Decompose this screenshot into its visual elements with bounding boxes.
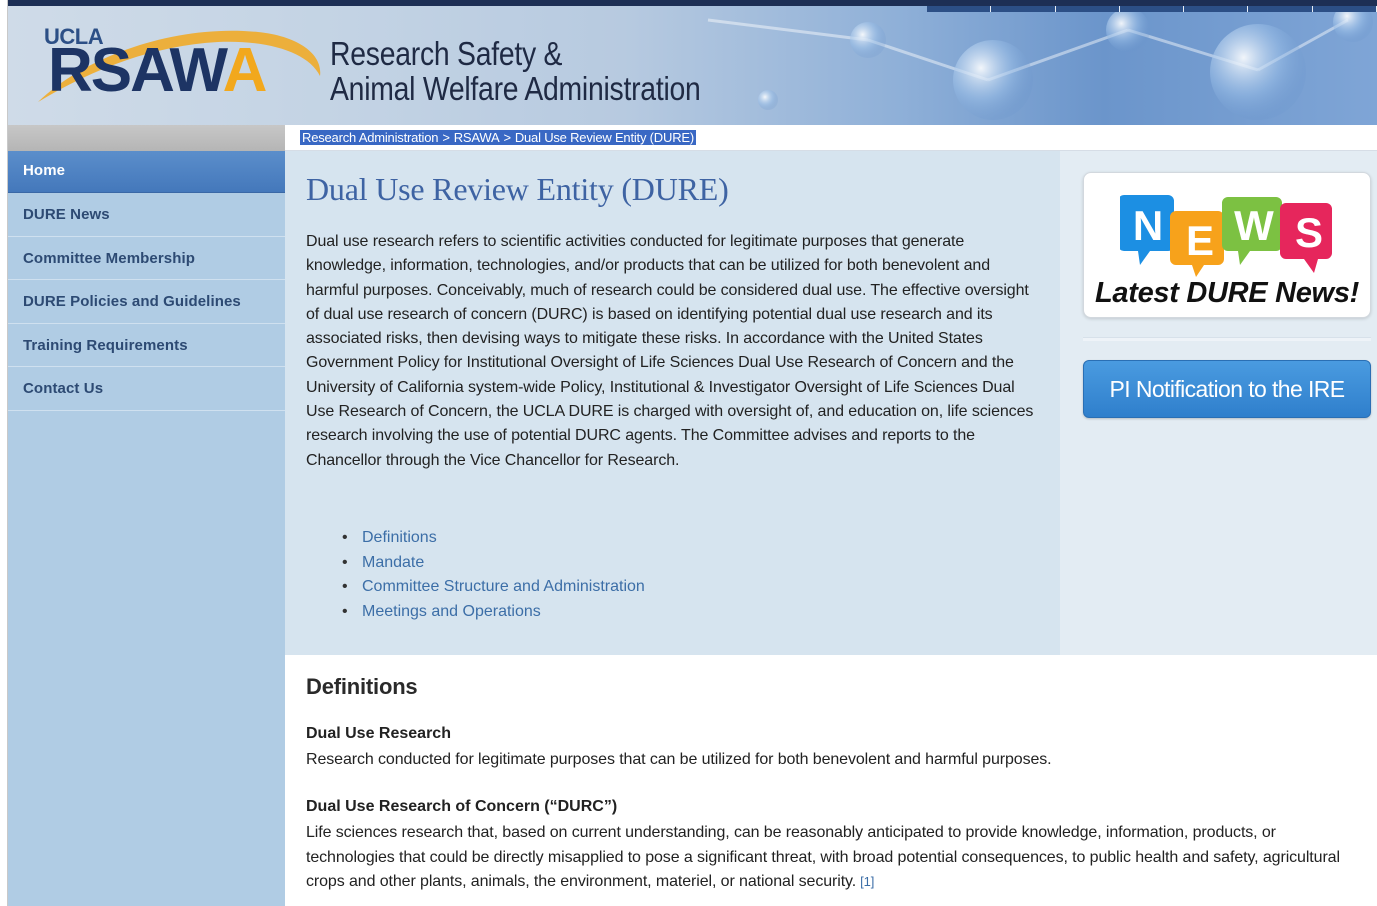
- intro-paragraph: Dual use research refers to scientific a…: [306, 233, 1034, 469]
- logo-rsawa[interactable]: RSAWA: [48, 40, 267, 102]
- sidebar-item-training-requirements[interactable]: Training Requirements: [8, 324, 285, 367]
- pi-notification-button[interactable]: PI Notification to the IRE: [1083, 360, 1371, 418]
- latest-news-banner[interactable]: N E W S Latest DURE News!: [1083, 172, 1371, 318]
- link-definitions[interactable]: Definitions: [342, 526, 645, 551]
- sidebar-item-contact-us[interactable]: Contact Us: [8, 367, 285, 411]
- definition-term-dual-use-research: Dual Use Research: [306, 725, 451, 742]
- breadcrumb-item-rsawa[interactable]: RSAWA: [454, 130, 500, 145]
- sidebar-item-committee-membership[interactable]: Committee Membership: [8, 237, 285, 280]
- breadcrumb-spacer: [8, 125, 285, 151]
- link-mandate[interactable]: Mandate: [342, 551, 645, 576]
- definition-text-dual-use-research: Research conducted for legitimate purpos…: [306, 751, 1052, 768]
- section-links-list: Definitions Mandate Committee Structure …: [342, 526, 645, 624]
- sidebar-item-policies-guidelines[interactable]: DURE Policies and Guidelines: [8, 280, 285, 324]
- breadcrumb-separator: >: [503, 130, 511, 145]
- logo-rsawa-last-letter: A: [222, 36, 268, 105]
- site-title-line2: Animal Welfare Administration: [330, 70, 701, 107]
- link-meetings-operations[interactable]: Meetings and Operations: [342, 600, 645, 625]
- news-letter-n: N: [1133, 202, 1163, 249]
- breadcrumb-item-current: Dual Use Review Entity (DURE): [514, 130, 694, 145]
- intro-panel: Dual Use Review Entity (DURE) Dual use r…: [285, 151, 1060, 655]
- definitions-section: Definitions Dual Use Research Research c…: [285, 655, 1377, 906]
- page-left-border: [0, 0, 8, 906]
- breadcrumb-item-research-administration[interactable]: Research Administration: [302, 130, 439, 145]
- definition-text-durc: Life sciences research that, based on cu…: [306, 821, 1366, 895]
- breadcrumb-bar: Research Administration > RSAWA > Dual Use R…: [285, 125, 1377, 151]
- header-tab-strip: [927, 6, 1377, 12]
- site-title-line1: Research Safety &: [330, 35, 563, 72]
- news-letter-e: E: [1186, 217, 1214, 264]
- breadcrumb-separator: >: [442, 130, 450, 145]
- right-sidebar: N E W S Latest DURE News! PI Notificatio…: [1060, 151, 1377, 655]
- sidebar-nav: Home DURE News Committee Membership DURE…: [8, 151, 285, 906]
- page-title: Dual Use Review Entity (DURE): [306, 171, 729, 207]
- link-committee-structure[interactable]: Committee Structure and Administration: [342, 575, 645, 600]
- sidebar-item-dure-news[interactable]: DURE News: [8, 193, 285, 237]
- definition-text-durc-body: Life sciences research that, based on cu…: [306, 824, 1340, 890]
- sidebar-item-home[interactable]: Home: [8, 151, 285, 193]
- site-title: Research Safety & Animal Welfare Adminis…: [330, 36, 701, 106]
- news-caption: Latest DURE News!: [1094, 277, 1359, 309]
- logo-rsawa-main: RSAW: [48, 36, 225, 105]
- right-divider: [1083, 337, 1371, 341]
- breadcrumb: Research Administration > RSAWA > Dual Use R…: [300, 130, 696, 145]
- footnote-link[interactable]: [1]: [860, 874, 874, 889]
- news-letter-s: S: [1295, 209, 1323, 256]
- news-letter-w: W: [1234, 202, 1274, 249]
- definition-term-durc: Dual Use Research of Concern (“DURC”): [306, 798, 618, 815]
- news-bubbles-icon: N E W S: [1120, 195, 1332, 277]
- site-header: UCLA RSAWA Research Safety & Animal Welf…: [8, 0, 1377, 125]
- definitions-heading: Definitions: [306, 674, 418, 699]
